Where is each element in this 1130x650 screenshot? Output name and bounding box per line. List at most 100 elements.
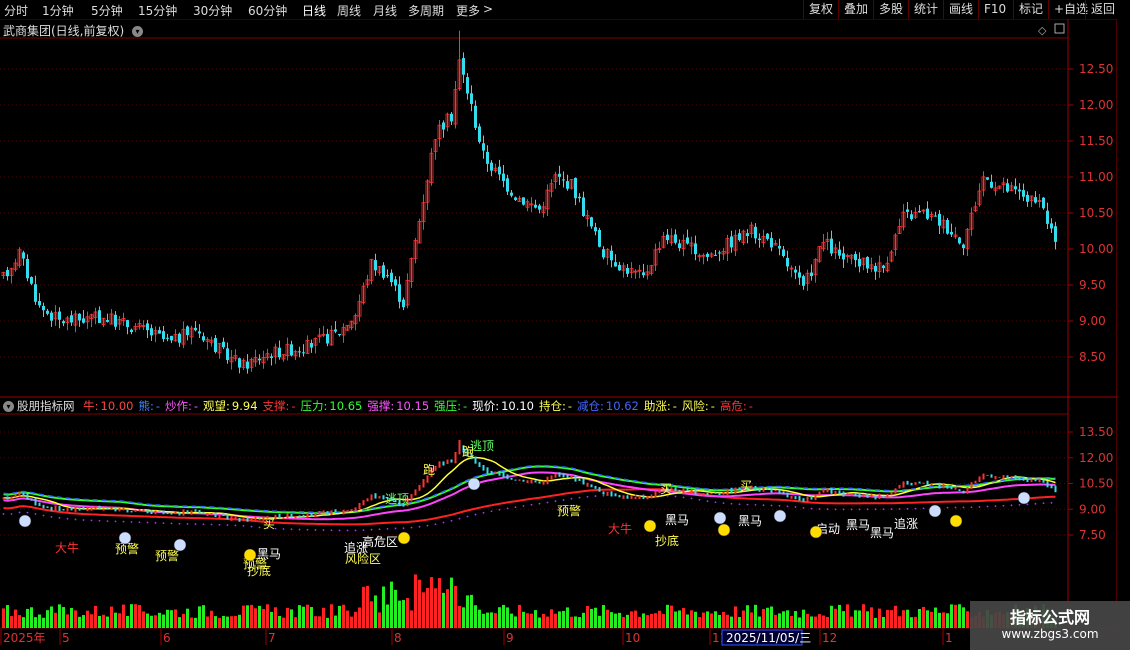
indicator-field-value: - [672,399,677,413]
right-side-panel[interactable] [1117,19,1130,649]
face-icon [1017,491,1031,505]
candle-body [574,177,577,199]
dot-marker [74,518,77,521]
indicator-price-label: 13.50 [1079,425,1113,439]
volume-bar [22,617,25,628]
face-icon [18,514,32,528]
dot-marker [554,500,557,503]
face-icon [949,514,963,528]
volume-bar [186,608,189,628]
volume-bar [6,605,9,628]
volume-bar [142,611,145,628]
main-chart-title[interactable]: 武商集团(日线,前复权) ▾ [3,22,146,39]
volume-bar [62,607,65,628]
candle-body [798,272,801,278]
signal-labels: 逃顶逃顶跑跑买买 买预警 预警预警预警大牛大牛黑马黑马 黑马 黑马黑马抄底抄底高危区追涨… [18,439,1031,578]
price-label: 11.00 [1079,170,1113,184]
price-label: 10.00 [1079,242,1113,256]
indicator-menu-icon[interactable]: ▾ [3,401,14,412]
volume-bar [226,616,229,628]
volume-bar [450,577,453,628]
volume-bar [814,616,817,628]
diamond-icon[interactable]: ◇ [1038,24,1047,37]
dot-marker [794,506,797,508]
time-label: 8 [394,631,402,645]
signal-label: 抄底 [655,533,679,548]
volume-bar [54,612,57,628]
candle-body [514,197,517,200]
candle-body [582,197,585,217]
dot-marker [1042,502,1045,505]
volume-bar [86,610,89,628]
volume-bar [694,611,697,628]
time-label: 2025年 [3,631,46,645]
candle-body [686,237,689,244]
volume-bar [106,616,109,628]
volume-bar [154,615,157,628]
dot-marker [882,508,885,511]
indicator-name[interactable]: 股朋指标网 [17,399,75,413]
volume-bar [754,604,757,628]
signal-label: 风险区 [345,551,381,566]
candle-body [754,226,757,239]
candle-body [6,270,9,277]
volume-bar [322,607,325,628]
volume-bar [342,604,345,628]
volume-bar [902,610,905,628]
candle-body [238,358,241,368]
dot-marker [338,529,341,532]
volume-bar [446,589,449,628]
candle-body [854,254,857,261]
dot-marker [898,508,901,510]
volume-bar [306,604,309,628]
dot-marker [826,508,829,511]
volume-bar [634,610,637,628]
candle-body [202,336,205,341]
candle-body [1026,194,1029,202]
volume-bar [382,586,385,628]
price-label: 10.50 [1079,206,1113,220]
candle-body [482,143,485,151]
volume-bar [14,609,17,628]
volume-bar [946,613,949,628]
maximize-icon[interactable] [1054,23,1065,34]
indicator-field: 强压: [434,399,462,413]
dot-marker [1026,503,1029,506]
dot-marker [650,494,653,497]
time-label: 5 [62,631,70,645]
indicator-price-label: 7.50 [1079,528,1106,542]
volume-bar [890,610,893,628]
signal-label: 跑 [423,463,435,477]
candle-body [226,348,229,360]
volume-bar [742,610,745,628]
chevron-down-icon[interactable]: ▾ [132,26,144,37]
volume-bar [138,604,141,628]
indicator-field: 牛: [83,399,99,413]
main-panel-icons[interactable]: ◇ [1038,23,1065,37]
candle-body [382,265,385,278]
candle-body [466,77,469,94]
candle-body [58,311,61,320]
candle-body [602,249,605,258]
chart-canvas[interactable]: 12.50 12.00 11.50 11.00 10.50 10.00 9.50 9.00 8.… [0,0,1130,650]
dot-marker [330,529,333,532]
volume-bar [182,613,185,628]
volume-bar [438,578,441,628]
dot-marker [402,527,405,530]
candle-body [910,214,913,220]
dot-marker [698,498,701,501]
dot-marker [538,502,541,505]
volume-bar [394,589,397,628]
indicator-field: 助涨: [643,399,671,413]
volume-bar [718,614,721,628]
volume-bar [206,616,209,628]
candle-body [106,320,109,322]
time-label: 7 [268,631,276,645]
volume-bar [622,616,625,628]
indicator-field-value: - [193,399,199,413]
candle-body [1054,226,1057,242]
dot-marker [570,497,573,500]
indicator-fields: 牛: 10.00 熊: - 炒作: - 观望: 9.94 支撑: - 压力: 10.65 强撑: 10.1… [78,399,753,413]
candle-body [718,252,721,254]
volume-bar [482,613,485,628]
